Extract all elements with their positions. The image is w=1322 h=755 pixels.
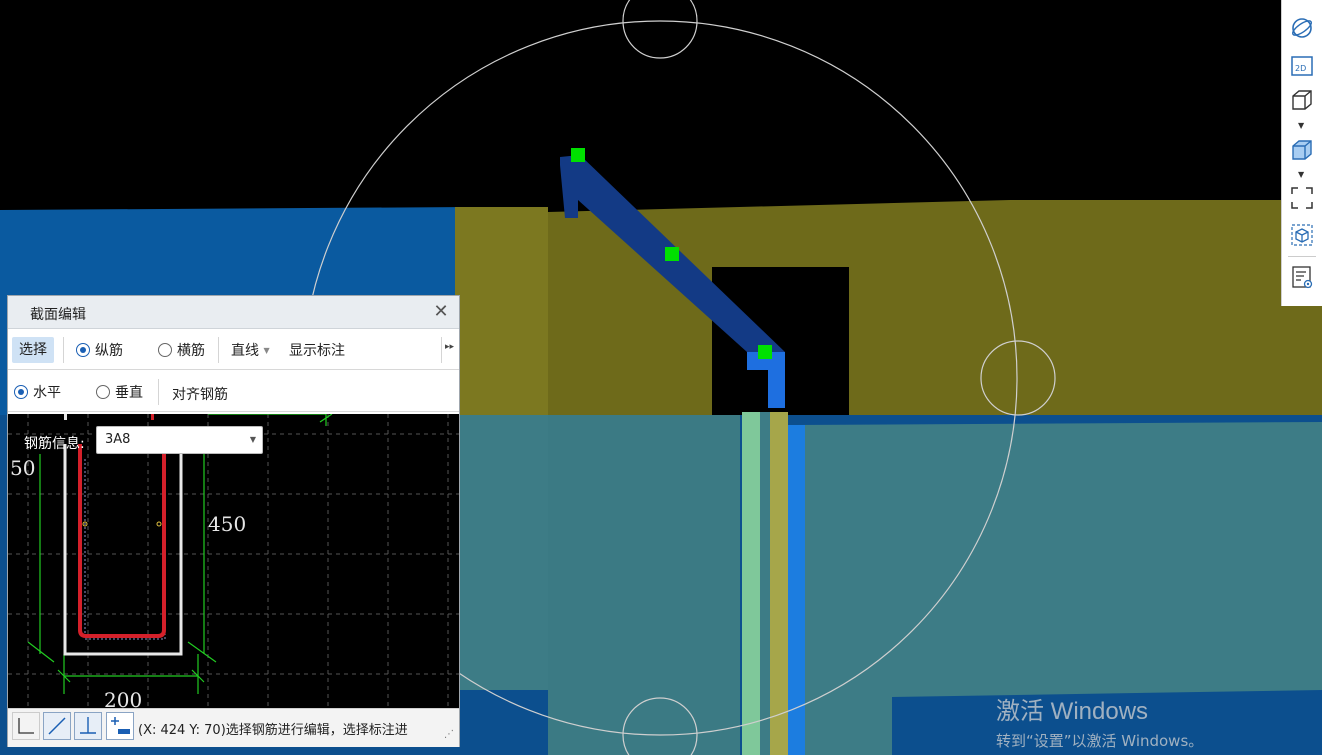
show-annotation-button[interactable]: 显示标注 — [289, 340, 345, 360]
svg-text:2D: 2D — [1295, 64, 1306, 73]
chevron-down-icon: ▼ — [263, 346, 270, 355]
orthogonal-icon[interactable] — [12, 712, 40, 740]
orbit-icon[interactable] — [1288, 14, 1316, 42]
dim-label-width: 200 — [104, 688, 143, 708]
longitudinal-rebar-radio[interactable]: 纵筋 — [76, 340, 123, 360]
watermark-subtitle: 转到“设置”以激活 Windows。 — [996, 732, 1204, 750]
transverse-rebar-label: 横筋 — [177, 343, 205, 359]
rebar-info-select[interactable]: 3A8 ▼ — [96, 426, 263, 454]
stirrup-rebar — [78, 444, 166, 638]
status-text: (X: 424 Y: 70)选择钢筋进行编辑，选择标注进 — [138, 723, 408, 738]
rebar-point — [156, 521, 162, 527]
transverse-rebar-radio[interactable]: 横筋 — [158, 340, 205, 360]
add-point-icon[interactable] — [106, 712, 134, 740]
radio-checked-icon — [14, 385, 28, 399]
section-drawing-canvas[interactable]: 钢筋信息: 3A8 ▼ 450 200 50 — [8, 414, 459, 708]
fullscreen-icon[interactable] — [1288, 184, 1316, 212]
radio-unchecked-icon — [96, 385, 110, 399]
watermark-title: 激活 Windows — [996, 698, 1149, 725]
close-icon[interactable]: ✕ — [429, 300, 453, 324]
view-2d-icon[interactable]: 2D — [1288, 52, 1316, 80]
select-button[interactable]: 选择 — [12, 337, 54, 363]
longitudinal-rebar-label: 纵筋 — [95, 343, 123, 359]
line-type-dropdown[interactable]: 直线 ▼ — [231, 340, 270, 360]
column-olive — [770, 412, 788, 755]
panel-toolbar-row-1: 选择 纵筋 横筋 直线 ▼ 显示标注 ▸▸ — [8, 329, 459, 370]
toolbar-divider — [1288, 256, 1316, 257]
cube-shaded-icon[interactable] — [1288, 136, 1316, 164]
panel-statusbar: (X: 424 Y: 70)选择钢筋进行编辑，选择标注进 ⋰ — [8, 708, 459, 747]
section-edit-panel: 截面编辑 ✕ 选择 纵筋 横筋 直线 ▼ 显示标注 ▸▸ 水平 垂直 对齐钢筋 — [7, 295, 460, 747]
cube-view-caret-icon[interactable]: ▼ — [1298, 121, 1304, 130]
toolbar-divider — [218, 337, 219, 363]
align-rebar-button[interactable]: 对齐钢筋 — [172, 384, 228, 404]
cube-view-icon[interactable] — [1288, 86, 1316, 114]
chevron-down-icon: ▼ — [249, 435, 256, 444]
cube-shaded-caret-icon[interactable]: ▼ — [1298, 170, 1304, 179]
panel-titlebar[interactable]: 截面编辑 ✕ — [8, 296, 459, 329]
horizontal-label: 水平 — [33, 385, 61, 401]
line-draw-icon[interactable] — [43, 712, 71, 740]
view-toolbar: 2D ▼ ▼ — [1281, 0, 1322, 306]
panel-toolbar-row-2: 水平 垂直 对齐钢筋 — [8, 371, 459, 412]
perpendicular-icon[interactable] — [74, 712, 102, 740]
vertical-label: 垂直 — [115, 385, 143, 401]
radio-unchecked-icon — [158, 343, 172, 357]
cover-line — [84, 459, 166, 640]
rebar-info-value: 3A8 — [105, 432, 131, 447]
toolbar-divider — [441, 337, 442, 363]
column-green — [742, 412, 760, 755]
beam-body — [455, 200, 1322, 425]
grid-lines — [8, 414, 459, 708]
section-drawing — [8, 414, 459, 708]
line-type-label: 直线 — [231, 343, 259, 359]
rebar-info-label: 钢筋信息: — [24, 436, 85, 452]
grip-end — [758, 345, 772, 359]
resize-grip-icon[interactable]: ⋰ — [444, 729, 454, 740]
toolbar-divider — [158, 379, 159, 405]
dim-label-height: 450 — [208, 512, 247, 536]
local-3d-icon[interactable] — [1288, 221, 1316, 249]
horizontal-radio[interactable]: 水平 — [14, 382, 61, 402]
radio-checked-icon — [76, 343, 90, 357]
toolbar-divider — [63, 337, 64, 363]
grip-top — [571, 148, 585, 162]
more-icon[interactable]: ▸▸ — [445, 342, 454, 352]
panel-title: 截面编辑 — [30, 307, 86, 323]
dim-label-left: 50 — [10, 456, 36, 480]
windows-activation-watermark: 激活 Windows 转到“设置”以激活 Windows。 — [996, 691, 1203, 751]
vertical-radio[interactable]: 垂直 — [96, 382, 143, 402]
display-settings-icon[interactable] — [1288, 263, 1316, 291]
grip-mid — [665, 247, 679, 261]
